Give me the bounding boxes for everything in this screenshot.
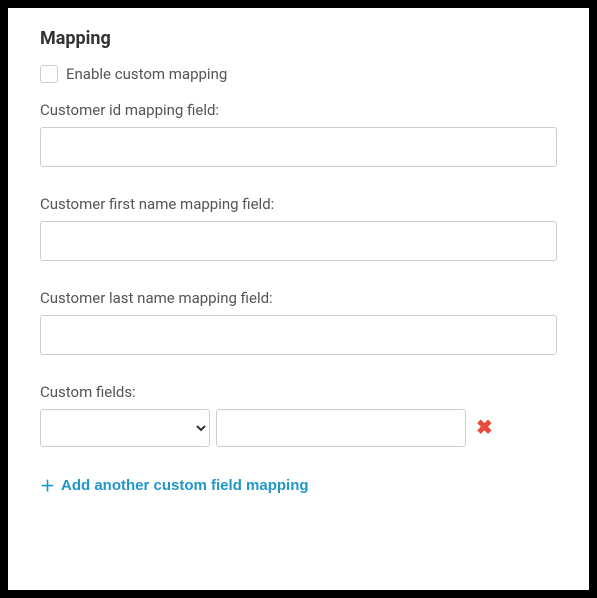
custom-field-value-input[interactable] xyxy=(216,409,466,447)
add-custom-field-label: Add another custom field mapping xyxy=(61,477,309,494)
customer-id-input[interactable] xyxy=(40,127,557,167)
add-custom-field-button[interactable]: ＋ Add another custom field mapping xyxy=(40,475,309,496)
customer-last-name-label: Customer last name mapping field: xyxy=(40,289,557,307)
mapping-panel: Mapping Enable custom mapping Customer i… xyxy=(8,8,589,590)
plus-icon: ＋ xyxy=(40,475,55,496)
customer-first-name-field-group: Customer first name mapping field: xyxy=(40,195,557,261)
enable-custom-mapping-label: Enable custom mapping xyxy=(66,65,227,83)
customer-first-name-input[interactable] xyxy=(40,221,557,261)
customer-last-name-input[interactable] xyxy=(40,315,557,355)
close-icon: ✖ xyxy=(476,418,493,438)
customer-id-label: Customer id mapping field: xyxy=(40,101,557,119)
custom-field-select[interactable] xyxy=(40,409,210,447)
custom-fields-label: Custom fields: xyxy=(40,383,557,401)
enable-custom-mapping-row: Enable custom mapping xyxy=(40,65,557,83)
customer-last-name-field-group: Customer last name mapping field: xyxy=(40,289,557,355)
customer-id-field-group: Customer id mapping field: xyxy=(40,101,557,167)
customer-first-name-label: Customer first name mapping field: xyxy=(40,195,557,213)
custom-field-row: ✖ xyxy=(40,409,557,447)
enable-custom-mapping-checkbox[interactable] xyxy=(40,65,58,83)
section-title: Mapping xyxy=(40,28,557,49)
custom-fields-group: Custom fields: ✖ xyxy=(40,383,557,447)
remove-custom-field-button[interactable]: ✖ xyxy=(472,414,497,442)
